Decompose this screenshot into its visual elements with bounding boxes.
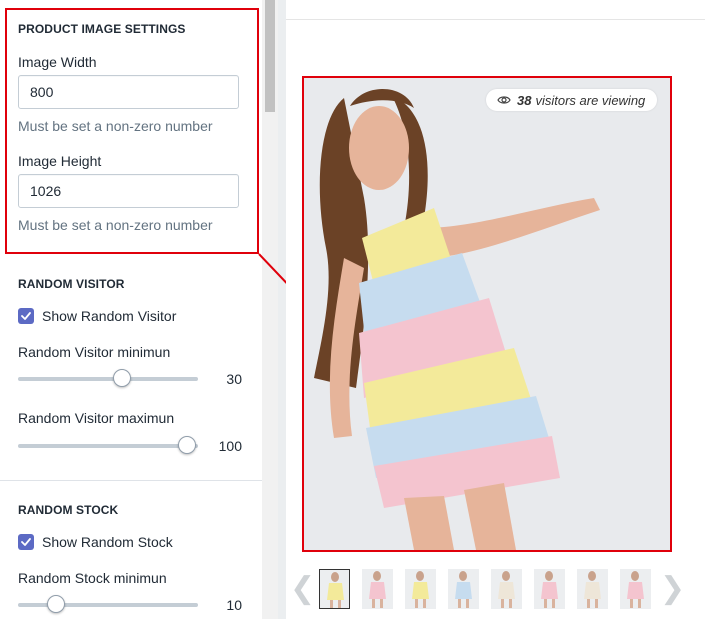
product-thumbnail[interactable] xyxy=(534,569,565,609)
show-random-visitor-checkbox[interactable]: Show Random Visitor xyxy=(18,308,176,324)
highlight-box-image xyxy=(302,76,672,552)
random-visitor-max-value: 100 xyxy=(218,438,242,454)
random-visitor-max-label: Random Visitor maximun xyxy=(18,410,175,426)
product-thumbnail[interactable] xyxy=(405,569,436,609)
scrollbar[interactable] xyxy=(262,0,278,619)
random-visitor-min-label: Random Visitor minimun xyxy=(18,344,171,360)
eye-icon xyxy=(497,93,511,108)
highlight-box-settings xyxy=(5,8,259,254)
show-random-visitor-label: Show Random Visitor xyxy=(42,308,177,324)
random-visitor-title: RANDOM VISITOR xyxy=(18,277,125,291)
product-thumbnail[interactable] xyxy=(319,569,350,609)
checkmark-icon[interactable] xyxy=(18,308,34,324)
random-visitor-min-value: 30 xyxy=(226,371,242,387)
random-stock-title: RANDOM STOCK xyxy=(18,503,119,517)
product-thumbnail[interactable] xyxy=(448,569,479,609)
random-stock-min-label: Random Stock minimun xyxy=(18,570,167,586)
slider-handle[interactable] xyxy=(113,369,132,387)
show-random-stock-checkbox[interactable]: Show Random Stock xyxy=(18,534,173,550)
scrollbar-thumb[interactable] xyxy=(265,0,275,112)
product-thumbnail[interactable] xyxy=(491,569,522,609)
settings-panel: PRODUCT IMAGE SETTINGS Image Width 800 M… xyxy=(0,0,262,619)
slider-handle[interactable] xyxy=(178,436,197,454)
preview-divider xyxy=(286,19,705,20)
random-visitor-max-slider[interactable] xyxy=(18,436,198,454)
show-random-stock-label: Show Random Stock xyxy=(42,534,173,550)
checkmark-icon[interactable] xyxy=(18,534,34,550)
product-preview: 38 visitors are viewing ❮ ❯ xyxy=(286,0,705,619)
slider-handle[interactable] xyxy=(46,595,65,613)
preview-frame-edge xyxy=(278,0,286,619)
chevron-right-icon[interactable]: ❯ xyxy=(660,572,685,606)
random-stock-min-value: 10 xyxy=(226,597,242,613)
visitor-badge: 38 visitors are viewing xyxy=(486,89,658,111)
product-thumbnail[interactable] xyxy=(577,569,608,609)
visitor-count: 38 xyxy=(517,92,532,108)
product-thumbnail[interactable] xyxy=(620,569,651,609)
section-divider xyxy=(0,480,262,481)
chevron-left-icon[interactable]: ❮ xyxy=(290,572,315,606)
visitor-text: visitors are viewing xyxy=(535,92,646,108)
random-visitor-min-slider[interactable] xyxy=(18,369,198,387)
random-stock-min-slider[interactable] xyxy=(18,595,198,613)
product-thumbnail[interactable] xyxy=(362,569,393,609)
